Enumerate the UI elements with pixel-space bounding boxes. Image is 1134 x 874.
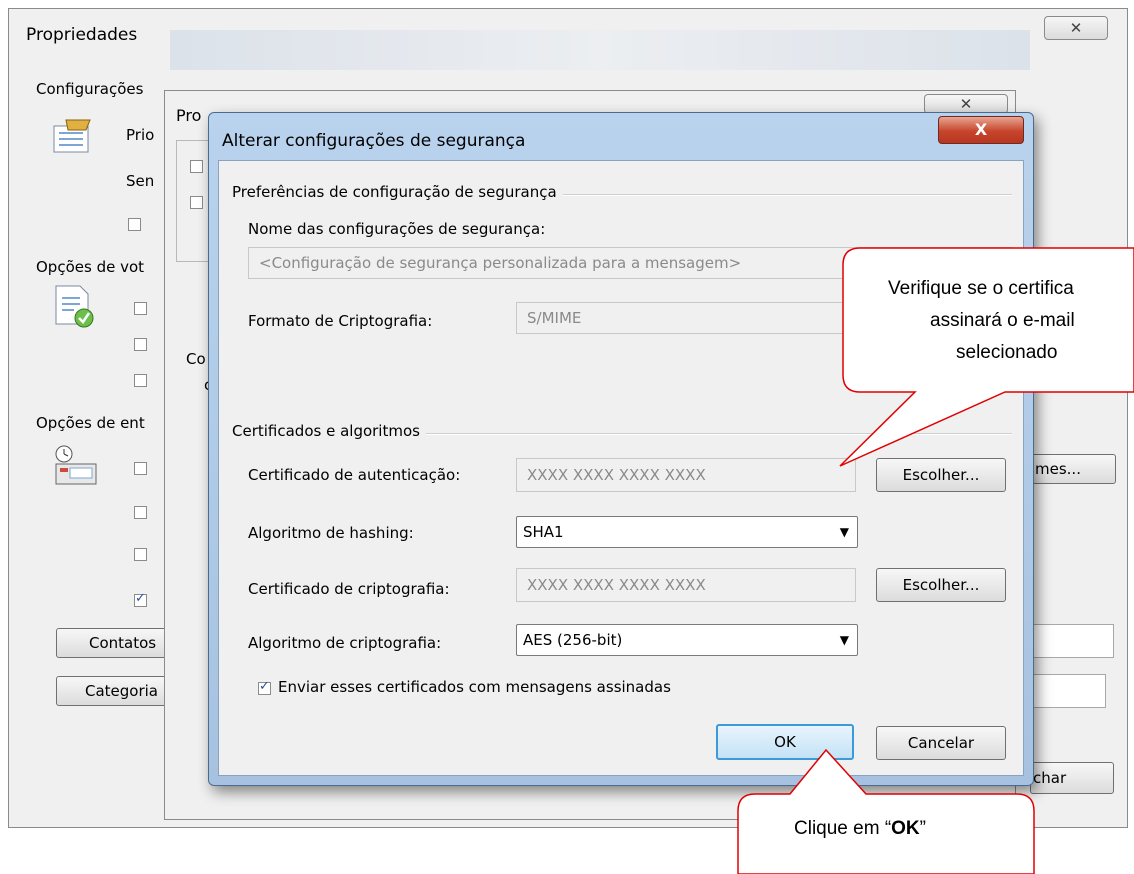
ok-callout-bubble bbox=[737, 748, 1035, 874]
verify-callout-line1: Verifique se o certifica bbox=[888, 278, 1074, 299]
ok-callout-bold: OK bbox=[891, 818, 920, 839]
verify-callout-line3: selecionado bbox=[956, 342, 1058, 363]
ok-callout-suffix: ” bbox=[919, 818, 926, 839]
ok-callout-prefix: Clique em “ bbox=[794, 818, 892, 839]
ok-callout-text: Clique em “OK” bbox=[794, 818, 926, 840]
callout-shapes bbox=[737, 247, 1134, 874]
verify-callout-line2: assinará o e-mail bbox=[930, 310, 1075, 331]
